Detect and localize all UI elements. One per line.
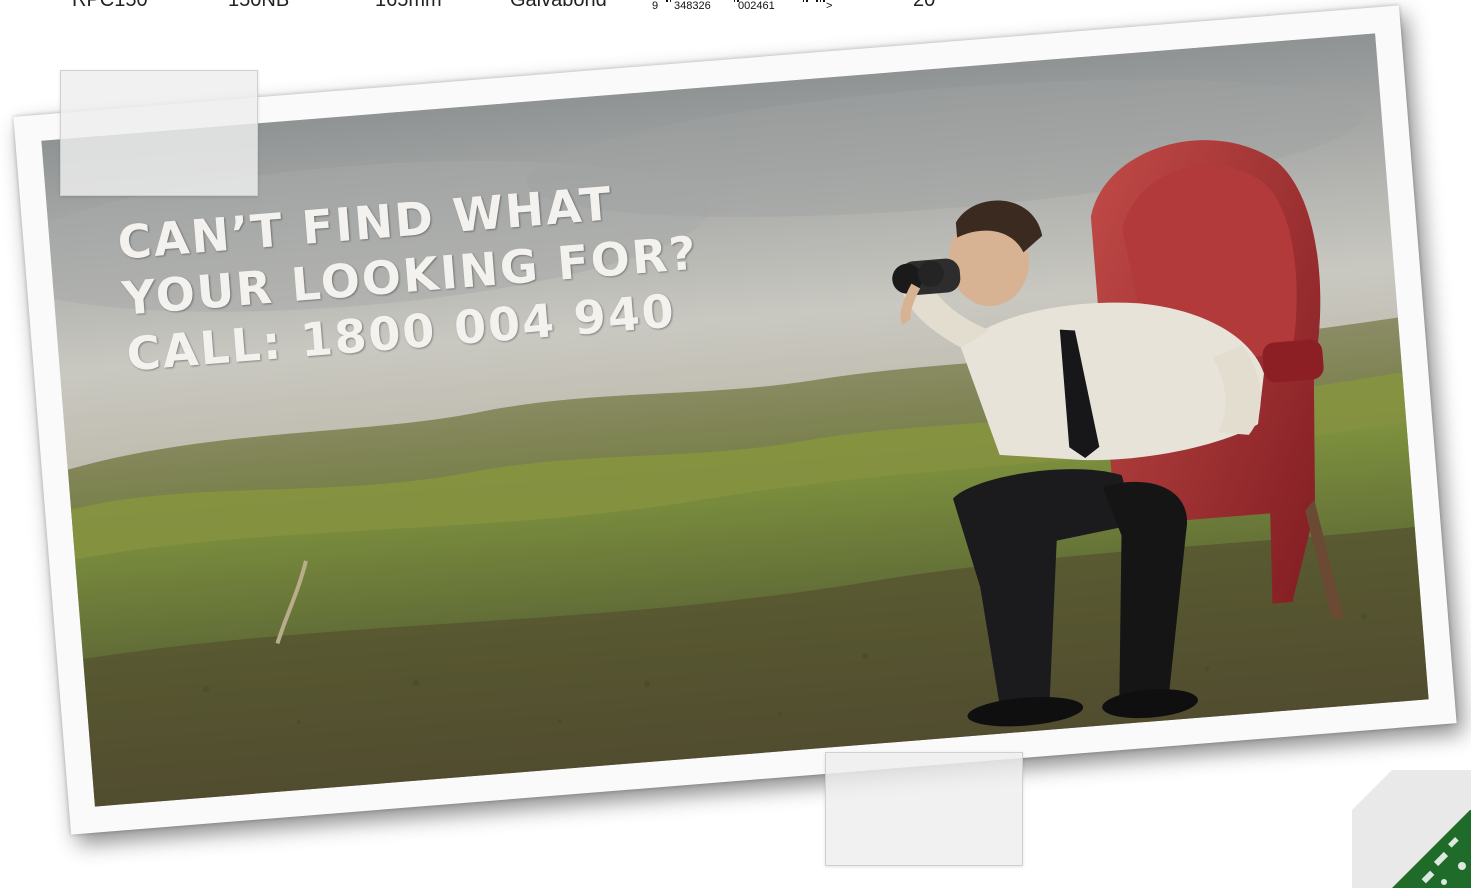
barcode-right-digits: 002461 [738,0,775,12]
product-finish: Galvabond [510,0,607,11]
barcode-left-digits: 348326 [674,0,711,12]
product-diameter: 165mm [375,0,442,11]
product-quantity: 20 [913,0,936,11]
product-size: 150NB [228,0,290,11]
page: RPC150 150NB 165mm Galvabond 9 348326 00… [0,0,1471,888]
tape-strip-top [60,70,258,196]
badge-icon [1352,770,1471,888]
corner-badge[interactable] [1352,770,1471,888]
product-barcode: 9 348326 002461 > [652,0,842,14]
product-code: RPC150 [72,0,148,11]
product-table-row: RPC150 150NB 165mm Galvabond 9 348326 00… [0,0,1000,20]
tape-strip-bottom [825,752,1023,866]
barcode-lead-digit: 9 [652,0,659,12]
barcode-arrow: > [826,0,833,12]
